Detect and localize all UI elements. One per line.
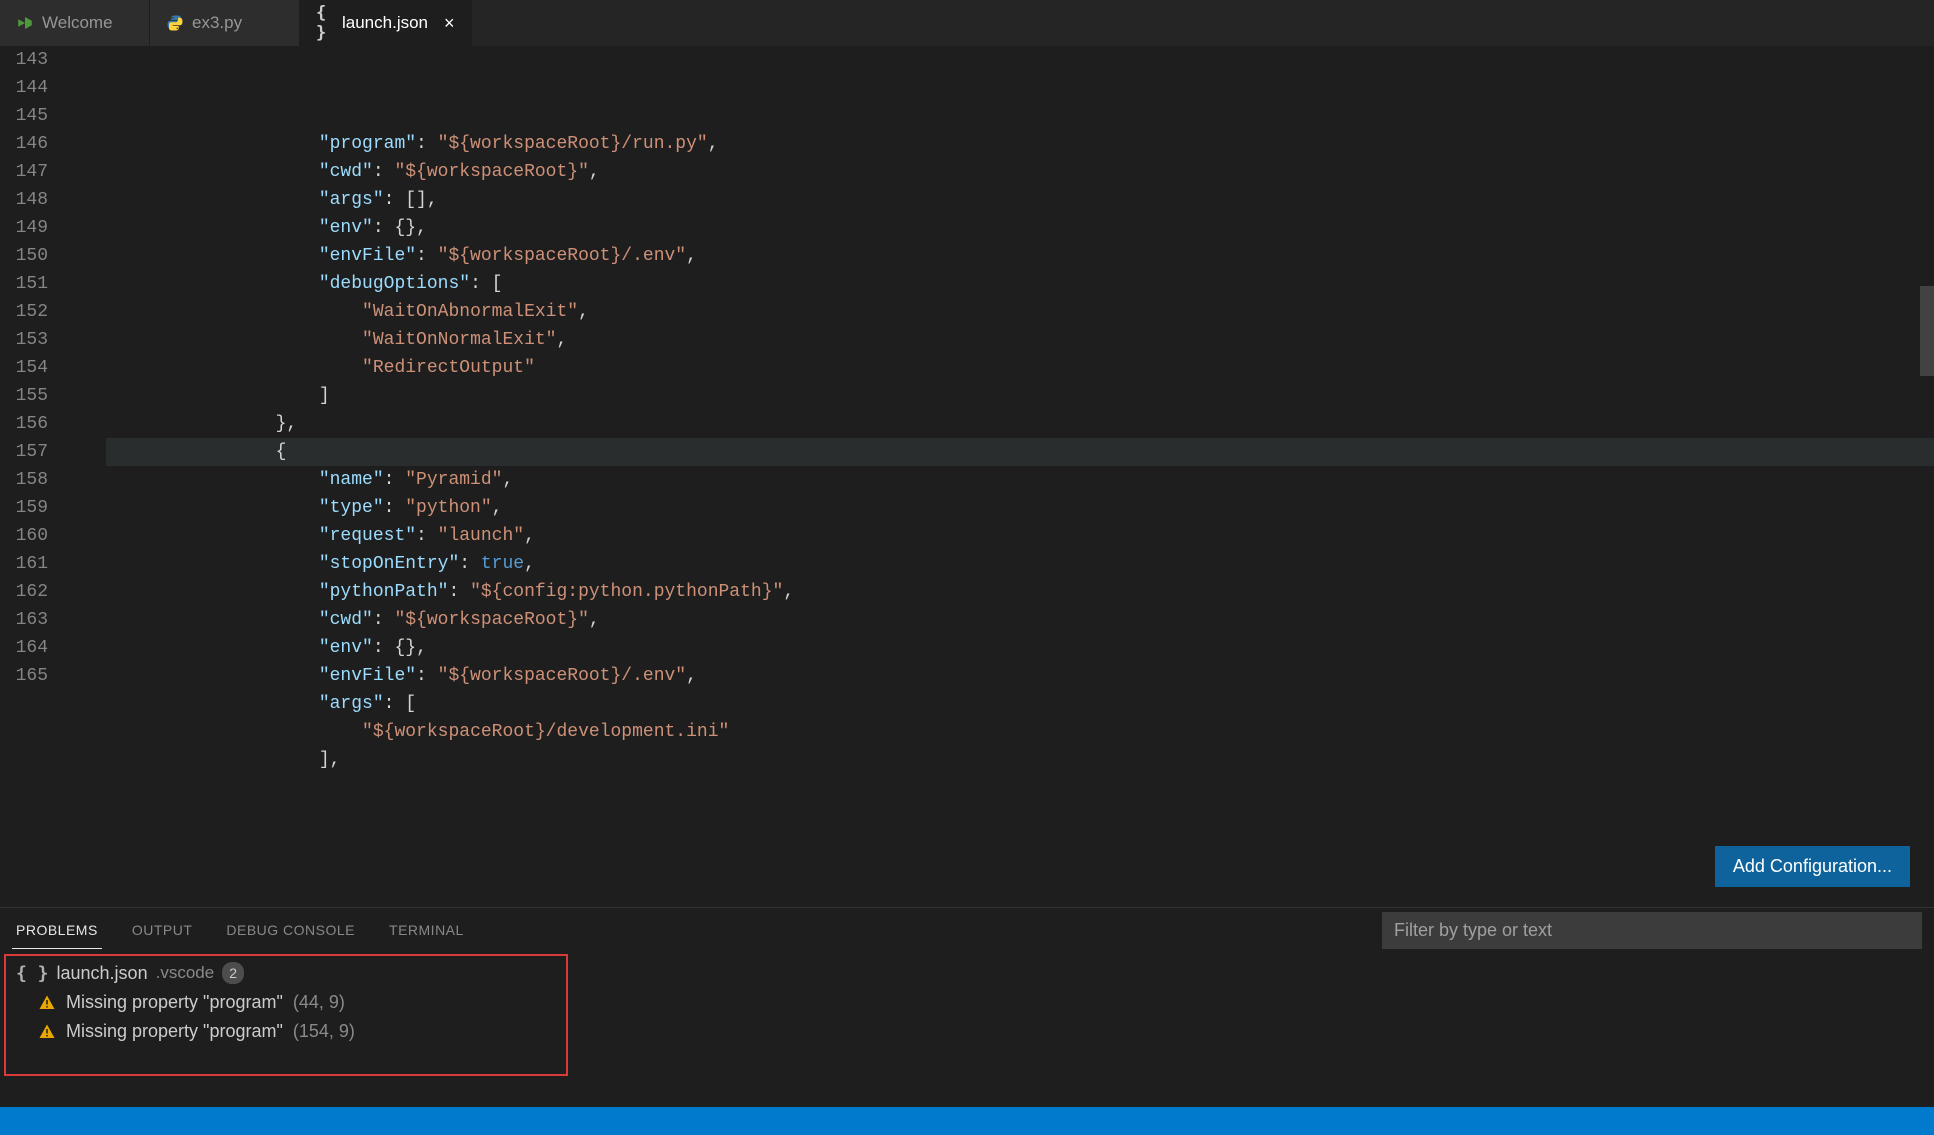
editor-tab-bar: Welcome ex3.py { } launch.json ×	[0, 0, 1934, 46]
line-number: 159	[0, 494, 48, 522]
code-line[interactable]: "args": [],	[106, 186, 1934, 214]
code-content[interactable]: "program": "${workspaceRoot}/run.py", "c…	[106, 46, 1934, 907]
line-number: 150	[0, 242, 48, 270]
python-file-icon	[166, 14, 184, 32]
problem-message: Missing property "program"	[66, 1021, 283, 1042]
code-line[interactable]: "env": {},	[106, 214, 1934, 242]
json-file-icon: { }	[16, 963, 49, 984]
line-number: 145	[0, 102, 48, 130]
problems-list: { } launch.json .vscode 2 Missing proper…	[0, 952, 1934, 1107]
code-editor[interactable]: 1431441451461471481491501511521531541551…	[0, 46, 1934, 907]
vertical-scrollbar[interactable]	[1920, 46, 1934, 907]
problem-item[interactable]: Missing property "program" (44, 9)	[10, 988, 1924, 1017]
panel-tab-bar: PROBLEMS OUTPUT DEBUG CONSOLE TERMINAL	[0, 908, 1934, 952]
code-line[interactable]: "type": "python",	[106, 494, 1934, 522]
problem-item[interactable]: Missing property "program" (154, 9)	[10, 1017, 1924, 1046]
close-icon[interactable]: ×	[444, 13, 455, 34]
code-line[interactable]: "name": "Pyramid",	[106, 466, 1934, 494]
line-number: 149	[0, 214, 48, 242]
line-number: 164	[0, 634, 48, 662]
line-number: 155	[0, 382, 48, 410]
code-line[interactable]: ]	[106, 382, 1934, 410]
line-number: 152	[0, 298, 48, 326]
code-line[interactable]: "request": "launch",	[106, 522, 1934, 550]
line-number: 161	[0, 550, 48, 578]
line-number: 163	[0, 606, 48, 634]
panel-tab-output[interactable]: OUTPUT	[128, 912, 197, 948]
code-line[interactable]: "envFile": "${workspaceRoot}/.env",	[106, 662, 1934, 690]
code-line[interactable]: ],	[106, 746, 1934, 774]
warning-icon	[38, 994, 56, 1012]
line-number: 154	[0, 354, 48, 382]
warning-icon	[38, 1023, 56, 1041]
fold-gutter	[66, 46, 106, 907]
line-number-gutter: 1431441451461471481491501511521531541551…	[0, 46, 66, 907]
vscode-icon	[16, 14, 34, 32]
problem-file-header[interactable]: { } launch.json .vscode 2	[10, 958, 1924, 988]
panel-tab-problems[interactable]: PROBLEMS	[12, 912, 102, 949]
tab-welcome[interactable]: Welcome	[0, 0, 150, 46]
filter-input[interactable]	[1382, 912, 1922, 949]
problem-file-name: launch.json	[57, 963, 148, 984]
tab-launch-json[interactable]: { } launch.json ×	[300, 0, 472, 46]
code-line[interactable]: "stopOnEntry": true,	[106, 550, 1934, 578]
problem-location: (44, 9)	[293, 992, 345, 1013]
code-line[interactable]: "cwd": "${workspaceRoot}",	[106, 158, 1934, 186]
tab-label: launch.json	[342, 13, 428, 33]
line-number: 157	[0, 438, 48, 466]
line-number: 160	[0, 522, 48, 550]
line-number: 148	[0, 186, 48, 214]
add-configuration-button[interactable]: Add Configuration...	[1715, 846, 1910, 887]
problem-file-folder: .vscode	[156, 963, 215, 983]
code-line[interactable]: },	[106, 410, 1934, 438]
tab-ex3-py[interactable]: ex3.py	[150, 0, 300, 46]
code-line[interactable]: "program": "${workspaceRoot}/run.py",	[106, 130, 1934, 158]
line-number: 165	[0, 662, 48, 690]
line-number: 158	[0, 466, 48, 494]
problem-count-badge: 2	[222, 962, 244, 984]
code-line[interactable]: "cwd": "${workspaceRoot}",	[106, 606, 1934, 634]
code-line[interactable]: "env": {},	[106, 634, 1934, 662]
code-line[interactable]: "WaitOnAbnormalExit",	[106, 298, 1934, 326]
line-number: 144	[0, 74, 48, 102]
code-line[interactable]: {	[106, 438, 1934, 466]
code-line[interactable]: "args": [	[106, 690, 1934, 718]
line-number: 153	[0, 326, 48, 354]
code-line[interactable]: "envFile": "${workspaceRoot}/.env",	[106, 242, 1934, 270]
code-line[interactable]: "debugOptions": [	[106, 270, 1934, 298]
line-number: 143	[0, 46, 48, 74]
problems-filter	[1382, 912, 1922, 949]
line-number: 147	[0, 158, 48, 186]
panel-tab-debug-console[interactable]: DEBUG CONSOLE	[222, 912, 359, 948]
line-number: 162	[0, 578, 48, 606]
problem-location: (154, 9)	[293, 1021, 355, 1042]
line-number: 146	[0, 130, 48, 158]
line-number: 156	[0, 410, 48, 438]
code-line[interactable]: "WaitOnNormalExit",	[106, 326, 1934, 354]
tab-label: Welcome	[42, 13, 113, 33]
code-line[interactable]: "RedirectOutput"	[106, 354, 1934, 382]
code-line[interactable]: "${workspaceRoot}/development.ini"	[106, 718, 1934, 746]
code-line[interactable]: "pythonPath": "${config:python.pythonPat…	[106, 578, 1934, 606]
tab-label: ex3.py	[192, 13, 242, 33]
problem-message: Missing property "program"	[66, 992, 283, 1013]
line-number: 151	[0, 270, 48, 298]
status-bar[interactable]	[0, 1107, 1934, 1135]
bottom-panel: PROBLEMS OUTPUT DEBUG CONSOLE TERMINAL {…	[0, 907, 1934, 1107]
panel-tab-terminal[interactable]: TERMINAL	[385, 912, 468, 948]
scrollbar-thumb[interactable]	[1920, 286, 1934, 376]
json-file-icon: { }	[316, 14, 334, 32]
